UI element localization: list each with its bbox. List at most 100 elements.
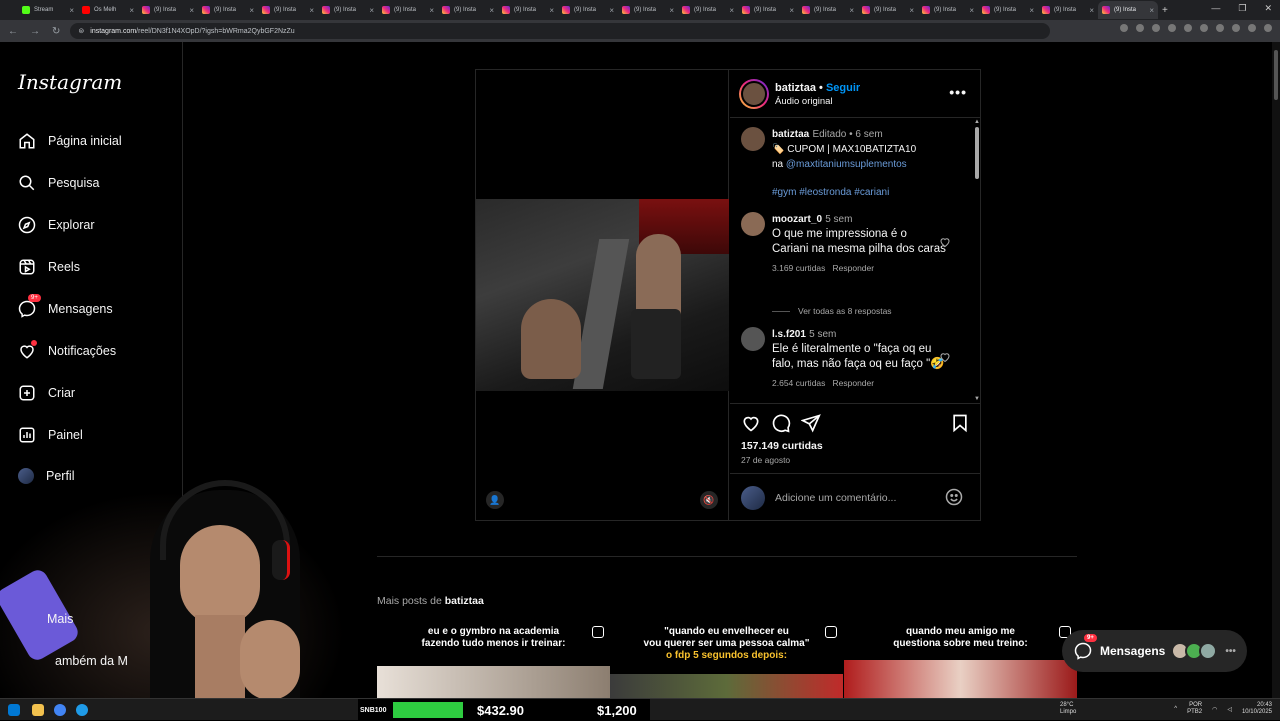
tab-close-icon[interactable]: × — [249, 6, 254, 15]
sidebar-item-more[interactable]: Mais — [47, 612, 73, 626]
extensions-bar[interactable] — [1120, 24, 1272, 32]
browser-tab[interactable]: (9) Insta × — [738, 1, 798, 19]
add-comment-input[interactable]: Adicione um comentário... — [775, 492, 896, 504]
more-dots-icon[interactable]: ••• — [1225, 646, 1236, 657]
browser-tab[interactable]: (9) Insta × — [438, 1, 498, 19]
browser-tab[interactable]: (9) Insta × — [978, 1, 1038, 19]
tab-close-icon[interactable]: × — [369, 6, 374, 15]
sidebar-item-search[interactable]: Pesquisa — [18, 174, 99, 192]
caption-username[interactable]: batiztaa — [772, 129, 809, 140]
like-icon[interactable] — [741, 413, 761, 433]
comment-likes[interactable]: 3.169 curtidas — [772, 263, 825, 273]
comment-avatar[interactable] — [741, 327, 765, 351]
comment-likes[interactable]: 2.654 curtidas — [772, 378, 825, 388]
browser-tab[interactable]: (9) Insta × — [198, 1, 258, 19]
weather-widget[interactable]: 28°C Limpo — [1060, 702, 1076, 716]
like-comment-icon[interactable] — [939, 351, 951, 363]
tab-close-icon[interactable]: × — [669, 6, 674, 15]
sidebar-item-create[interactable]: Criar — [18, 384, 75, 402]
more-options-icon[interactable]: ••• — [949, 84, 967, 100]
tab-close-icon[interactable]: × — [309, 6, 314, 15]
comments-scrollbar[interactable]: ▲ ▼ — [974, 119, 980, 402]
browser-tab[interactable]: Stream × — [18, 1, 78, 19]
page-scrollbar[interactable] — [1272, 42, 1280, 698]
tab-close-icon[interactable]: × — [429, 6, 434, 15]
comment-username[interactable]: moozart_0 — [772, 214, 822, 225]
sidebar-item-explore[interactable]: Explorar — [18, 216, 95, 234]
messages-pill-button[interactable]: 9+ Mensagens ••• — [1062, 630, 1247, 672]
new-tab-button[interactable]: + — [1162, 5, 1168, 16]
browser-tab[interactable]: (9) Insta × — [378, 1, 438, 19]
author-username[interactable]: batiztaa — [775, 82, 816, 94]
browser-tab[interactable]: (9) Insta × — [498, 1, 558, 19]
url-input[interactable]: ⊜ instagram.com/reel/DN3f1N4XOpD/?igsh=b… — [70, 23, 1051, 39]
tab-close-icon[interactable]: × — [1029, 6, 1034, 15]
back-icon[interactable]: ← — [8, 26, 18, 37]
more-post-thumbnail[interactable]: quando meu amigo me questiona sobre meu t… — [844, 622, 1077, 698]
share-icon[interactable] — [801, 413, 821, 433]
browser-tab[interactable]: (9) Insta × — [558, 1, 618, 19]
browser-tab[interactable]: (9) Insta × — [918, 1, 978, 19]
system-tray[interactable]: ^ POR PTB2 ◠ ◁ 20:43 10/10/2025 — [1174, 702, 1272, 716]
audio-label[interactable]: Áudio original — [775, 96, 833, 107]
emoji-icon[interactable] — [945, 488, 963, 506]
window-controls[interactable]: — ❐ ✕ — [1211, 3, 1272, 14]
tray-chevron-icon[interactable]: ^ — [1174, 706, 1177, 712]
comments-list[interactable]: batiztaa Editado • 6 sem 🏷️ CUPOM | MAX1… — [730, 119, 981, 402]
mute-icon[interactable]: 🔇 — [700, 491, 718, 509]
view-replies-button[interactable]: Ver todas as 8 respostas — [772, 306, 892, 316]
volume-icon[interactable]: ◁ — [1227, 706, 1232, 713]
tab-close-icon[interactable]: × — [1089, 6, 1094, 15]
forward-icon[interactable]: → — [30, 26, 40, 37]
tab-close-icon[interactable]: × — [909, 6, 914, 15]
sidebar-item-reels[interactable]: Reels — [18, 258, 80, 276]
likes-count[interactable]: 157.149 curtidas — [741, 440, 823, 452]
caption-hashtags[interactable]: #gym #leostronda #cariani — [772, 185, 946, 200]
tab-close-icon[interactable]: × — [849, 6, 854, 15]
browser-tab[interactable]: (9) Insta × — [138, 1, 198, 19]
like-comment-icon[interactable] — [939, 236, 951, 248]
start-icon[interactable] — [8, 704, 20, 716]
wifi-icon[interactable]: ◠ — [1212, 706, 1217, 713]
reply-button[interactable]: Responder — [833, 263, 875, 273]
sidebar-item-home[interactable]: Página inicial — [18, 132, 122, 150]
browser-tab[interactable]: (9) Insta × — [1098, 1, 1158, 19]
tab-close-icon[interactable]: × — [549, 6, 554, 15]
sidebar-item-notifications[interactable]: Notificações — [18, 340, 116, 360]
browser-tab[interactable]: (9) Insta × — [318, 1, 378, 19]
author-avatar[interactable] — [739, 79, 769, 109]
reload-icon[interactable]: ↻ — [52, 26, 60, 37]
browser-tab[interactable]: (9) Insta × — [858, 1, 918, 19]
more-post-thumbnail[interactable]: "quando eu envelhecer eu vou querer ser u… — [610, 622, 843, 698]
sidebar-item-dashboard[interactable]: Painel — [18, 426, 83, 444]
reply-button[interactable]: Responder — [833, 378, 875, 388]
tab-close-icon[interactable]: × — [189, 6, 194, 15]
site-info-icon[interactable]: ⊜ — [78, 27, 84, 35]
tab-close-icon[interactable]: × — [129, 6, 134, 15]
tab-close-icon[interactable]: × — [489, 6, 494, 15]
instagram-logo[interactable]: Instagram — [18, 70, 122, 94]
sidebar-item-also[interactable]: ambém da M — [55, 654, 128, 668]
comment-username[interactable]: l.s.f201 — [772, 329, 806, 340]
browser-tab[interactable]: (9) Insta × — [1038, 1, 1098, 19]
tab-close-icon[interactable]: × — [1149, 6, 1154, 15]
edge-icon[interactable] — [76, 704, 88, 716]
browser-tab[interactable]: (9) Insta × — [618, 1, 678, 19]
tab-close-icon[interactable]: × — [609, 6, 614, 15]
caption-mention-link[interactable]: @maxtitaniumsuplementos — [786, 159, 907, 170]
tab-close-icon[interactable]: × — [789, 6, 794, 15]
tab-close-icon[interactable]: × — [69, 6, 74, 15]
tagged-user-icon[interactable]: 👤 — [486, 491, 504, 509]
tab-close-icon[interactable]: × — [729, 6, 734, 15]
browser-tab[interactable]: Os Melh × — [78, 1, 138, 19]
more-posts-username[interactable]: batiztaa — [445, 595, 484, 607]
comment-icon[interactable] — [771, 413, 791, 433]
folder-icon[interactable] — [32, 704, 44, 716]
follow-button[interactable]: Seguir — [826, 82, 860, 94]
browser-tab[interactable]: (9) Insta × — [678, 1, 738, 19]
browser-tab[interactable]: (9) Insta × — [798, 1, 858, 19]
bookmark-icon[interactable] — [950, 413, 970, 433]
tab-close-icon[interactable]: × — [969, 6, 974, 15]
sidebar-item-messages[interactable]: 9+ Mensagens — [18, 294, 113, 318]
more-post-thumbnail[interactable]: eu e o gymbro na academia fazendo tudo me… — [377, 622, 610, 698]
